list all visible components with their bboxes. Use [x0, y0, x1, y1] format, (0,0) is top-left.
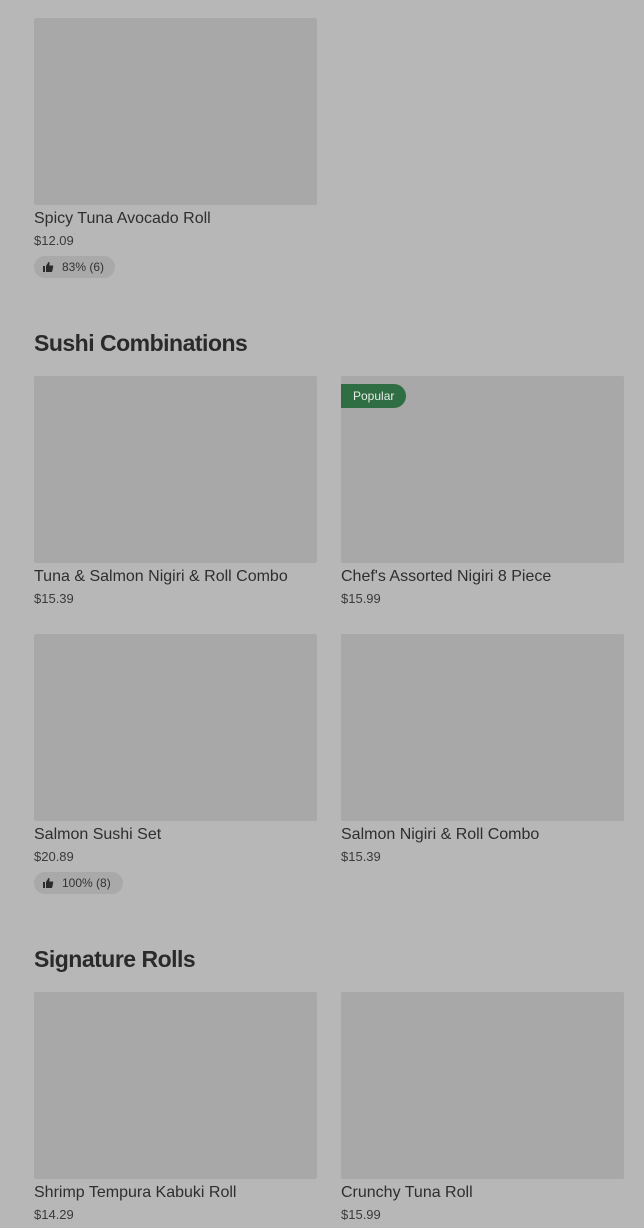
item-name: Salmon Nigiri & Roll Combo — [341, 826, 540, 843]
menu-item-card[interactable]: Popular Chef's Assorted Nigiri 8 Piece $… — [341, 376, 624, 605]
menu-item-card[interactable]: Spicy Tuna Avocado Roll $12.09 83% (6) — [34, 18, 317, 278]
item-name: Spicy Tuna Avocado Roll — [34, 210, 211, 227]
item-price: $15.39 — [341, 849, 381, 864]
item-price: $12.09 — [34, 233, 74, 248]
rating-badge: 100% (8) — [34, 872, 123, 894]
section-title: Signature Rolls — [34, 946, 196, 972]
item-image[interactable] — [34, 18, 317, 205]
menu-item-card[interactable]: Tuna & Salmon Nigiri & Roll Combo $15.39 — [34, 376, 317, 605]
item-price: $20.89 — [34, 849, 74, 864]
item-price: $14.29 — [34, 1207, 74, 1222]
rating-text: 100% (8) — [62, 876, 111, 890]
item-name: Crunchy Tuna Roll — [341, 1184, 473, 1201]
rating-text: 83% (6) — [62, 260, 105, 274]
item-image[interactable]: Popular — [341, 376, 624, 563]
item-name: Salmon Sushi Set — [34, 826, 162, 843]
menu-item-card[interactable]: Salmon Nigiri & Roll Combo $15.39 — [341, 634, 624, 863]
thumbs-up-icon — [43, 878, 54, 888]
item-name: Shrimp Tempura Kabuki Roll — [34, 1184, 237, 1201]
menu-page: Spicy Tuna Avocado Roll $12.09 83% (6) S… — [0, 0, 644, 1228]
item-price: $15.39 — [34, 591, 74, 606]
item-name: Chef's Assorted Nigiri 8 Piece — [341, 568, 552, 585]
menu-item-card[interactable]: Shrimp Tempura Kabuki Roll $14.29 — [34, 992, 317, 1221]
item-image[interactable] — [341, 634, 624, 821]
thumbs-up-icon — [43, 262, 54, 272]
item-price: $15.99 — [341, 591, 381, 606]
rating-badge: 83% (6) — [34, 256, 115, 278]
menu-item-card[interactable]: Salmon Sushi Set $20.89 100% (8) — [34, 634, 317, 894]
item-image[interactable] — [34, 376, 317, 563]
popular-badge: Popular — [341, 384, 407, 408]
item-price: $15.99 — [341, 1207, 381, 1222]
item-image[interactable] — [34, 634, 317, 821]
item-image[interactable] — [34, 992, 317, 1179]
item-name: Tuna & Salmon Nigiri & Roll Combo — [34, 568, 288, 585]
item-image[interactable] — [341, 992, 624, 1179]
section-title: Sushi Combinations — [34, 330, 248, 356]
menu-item-card[interactable]: Crunchy Tuna Roll $15.99 — [341, 992, 624, 1221]
